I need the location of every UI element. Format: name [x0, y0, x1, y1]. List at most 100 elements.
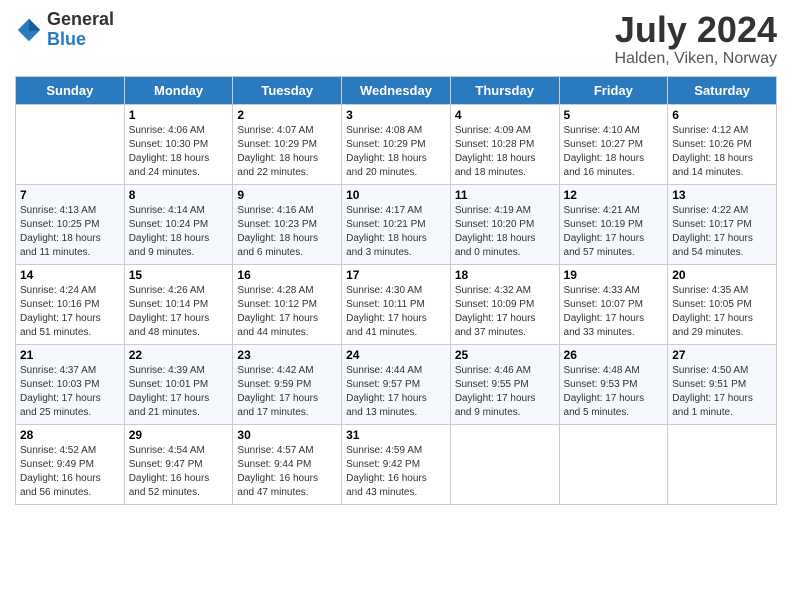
day-number: 10 — [346, 188, 446, 202]
calendar-week-3: 14 Sunrise: 4:24 AMSunset: 10:16 PMDayli… — [16, 264, 777, 344]
calendar-cell: 14 Sunrise: 4:24 AMSunset: 10:16 PMDayli… — [16, 264, 125, 344]
calendar-cell: 19 Sunrise: 4:33 AMSunset: 10:07 PMDayli… — [559, 264, 668, 344]
cell-info: Sunrise: 4:06 AMSunset: 10:30 PMDaylight… — [129, 125, 210, 178]
day-number: 3 — [346, 108, 446, 122]
day-number: 13 — [672, 188, 772, 202]
calendar-cell: 8 Sunrise: 4:14 AMSunset: 10:24 PMDaylig… — [124, 184, 233, 264]
calendar-cell: 27 Sunrise: 4:50 AMSunset: 9:51 PMDaylig… — [668, 344, 777, 424]
calendar-cell: 30 Sunrise: 4:57 AMSunset: 9:44 PMDaylig… — [233, 424, 342, 504]
cell-info: Sunrise: 4:19 AMSunset: 10:20 PMDaylight… — [455, 205, 536, 258]
calendar-cell: 15 Sunrise: 4:26 AMSunset: 10:14 PMDayli… — [124, 264, 233, 344]
calendar-cell: 28 Sunrise: 4:52 AMSunset: 9:49 PMDaylig… — [16, 424, 125, 504]
cell-info: Sunrise: 4:52 AMSunset: 9:49 PMDaylight:… — [20, 445, 101, 498]
calendar-cell: 11 Sunrise: 4:19 AMSunset: 10:20 PMDayli… — [450, 184, 559, 264]
calendar-cell: 26 Sunrise: 4:48 AMSunset: 9:53 PMDaylig… — [559, 344, 668, 424]
weekday-header-saturday: Saturday — [668, 76, 777, 104]
calendar-cell — [559, 424, 668, 504]
cell-info: Sunrise: 4:32 AMSunset: 10:09 PMDaylight… — [455, 285, 536, 338]
calendar-cell: 1 Sunrise: 4:06 AMSunset: 10:30 PMDaylig… — [124, 104, 233, 184]
day-number: 20 — [672, 268, 772, 282]
calendar-week-4: 21 Sunrise: 4:37 AMSunset: 10:03 PMDayli… — [16, 344, 777, 424]
weekday-header-sunday: Sunday — [16, 76, 125, 104]
calendar-cell — [668, 424, 777, 504]
location-text: Halden, Viken, Norway — [615, 50, 777, 68]
day-number: 26 — [564, 348, 664, 362]
calendar-week-2: 7 Sunrise: 4:13 AMSunset: 10:25 PMDaylig… — [16, 184, 777, 264]
cell-info: Sunrise: 4:39 AMSunset: 10:01 PMDaylight… — [129, 365, 210, 418]
calendar-cell: 2 Sunrise: 4:07 AMSunset: 10:29 PMDaylig… — [233, 104, 342, 184]
day-number: 9 — [237, 188, 337, 202]
calendar-cell — [16, 104, 125, 184]
calendar-cell: 13 Sunrise: 4:22 AMSunset: 10:17 PMDayli… — [668, 184, 777, 264]
calendar-cell: 6 Sunrise: 4:12 AMSunset: 10:26 PMDaylig… — [668, 104, 777, 184]
calendar-cell: 22 Sunrise: 4:39 AMSunset: 10:01 PMDayli… — [124, 344, 233, 424]
cell-info: Sunrise: 4:46 AMSunset: 9:55 PMDaylight:… — [455, 365, 536, 418]
cell-info: Sunrise: 4:48 AMSunset: 9:53 PMDaylight:… — [564, 365, 645, 418]
cell-info: Sunrise: 4:33 AMSunset: 10:07 PMDaylight… — [564, 285, 645, 338]
cell-info: Sunrise: 4:21 AMSunset: 10:19 PMDaylight… — [564, 205, 645, 258]
calendar-cell: 23 Sunrise: 4:42 AMSunset: 9:59 PMDaylig… — [233, 344, 342, 424]
logo-blue-text: Blue — [47, 30, 114, 50]
calendar-cell: 18 Sunrise: 4:32 AMSunset: 10:09 PMDayli… — [450, 264, 559, 344]
cell-info: Sunrise: 4:17 AMSunset: 10:21 PMDaylight… — [346, 205, 427, 258]
day-number: 25 — [455, 348, 555, 362]
cell-info: Sunrise: 4:59 AMSunset: 9:42 PMDaylight:… — [346, 445, 427, 498]
calendar-cell: 16 Sunrise: 4:28 AMSunset: 10:12 PMDayli… — [233, 264, 342, 344]
calendar-cell: 29 Sunrise: 4:54 AMSunset: 9:47 PMDaylig… — [124, 424, 233, 504]
day-number: 6 — [672, 108, 772, 122]
day-number: 11 — [455, 188, 555, 202]
calendar-week-1: 1 Sunrise: 4:06 AMSunset: 10:30 PMDaylig… — [16, 104, 777, 184]
day-number: 21 — [20, 348, 120, 362]
calendar-cell: 25 Sunrise: 4:46 AMSunset: 9:55 PMDaylig… — [450, 344, 559, 424]
weekday-header-wednesday: Wednesday — [342, 76, 451, 104]
day-number: 28 — [20, 428, 120, 442]
cell-info: Sunrise: 4:50 AMSunset: 9:51 PMDaylight:… — [672, 365, 753, 418]
weekday-header-tuesday: Tuesday — [233, 76, 342, 104]
weekday-header-monday: Monday — [124, 76, 233, 104]
cell-info: Sunrise: 4:16 AMSunset: 10:23 PMDaylight… — [237, 205, 318, 258]
page-header: General Blue July 2024 Halden, Viken, No… — [15, 10, 777, 68]
day-number: 14 — [20, 268, 120, 282]
weekday-header-thursday: Thursday — [450, 76, 559, 104]
day-number: 2 — [237, 108, 337, 122]
cell-info: Sunrise: 4:54 AMSunset: 9:47 PMDaylight:… — [129, 445, 210, 498]
day-number: 15 — [129, 268, 229, 282]
day-number: 23 — [237, 348, 337, 362]
day-number: 18 — [455, 268, 555, 282]
calendar-cell: 21 Sunrise: 4:37 AMSunset: 10:03 PMDayli… — [16, 344, 125, 424]
cell-info: Sunrise: 4:22 AMSunset: 10:17 PMDaylight… — [672, 205, 753, 258]
calendar-cell: 24 Sunrise: 4:44 AMSunset: 9:57 PMDaylig… — [342, 344, 451, 424]
day-number: 24 — [346, 348, 446, 362]
calendar-cell: 4 Sunrise: 4:09 AMSunset: 10:28 PMDaylig… — [450, 104, 559, 184]
cell-info: Sunrise: 4:44 AMSunset: 9:57 PMDaylight:… — [346, 365, 427, 418]
cell-info: Sunrise: 4:24 AMSunset: 10:16 PMDaylight… — [20, 285, 101, 338]
day-number: 27 — [672, 348, 772, 362]
cell-info: Sunrise: 4:14 AMSunset: 10:24 PMDaylight… — [129, 205, 210, 258]
cell-info: Sunrise: 4:42 AMSunset: 9:59 PMDaylight:… — [237, 365, 318, 418]
cell-info: Sunrise: 4:13 AMSunset: 10:25 PMDaylight… — [20, 205, 101, 258]
day-number: 31 — [346, 428, 446, 442]
calendar-cell: 5 Sunrise: 4:10 AMSunset: 10:27 PMDaylig… — [559, 104, 668, 184]
cell-info: Sunrise: 4:35 AMSunset: 10:05 PMDaylight… — [672, 285, 753, 338]
cell-info: Sunrise: 4:57 AMSunset: 9:44 PMDaylight:… — [237, 445, 318, 498]
day-number: 7 — [20, 188, 120, 202]
cell-info: Sunrise: 4:28 AMSunset: 10:12 PMDaylight… — [237, 285, 318, 338]
calendar-cell: 12 Sunrise: 4:21 AMSunset: 10:19 PMDayli… — [559, 184, 668, 264]
cell-info: Sunrise: 4:10 AMSunset: 10:27 PMDaylight… — [564, 125, 645, 178]
logo-icon — [15, 16, 43, 44]
calendar-cell: 17 Sunrise: 4:30 AMSunset: 10:11 PMDayli… — [342, 264, 451, 344]
day-number: 30 — [237, 428, 337, 442]
cell-info: Sunrise: 4:07 AMSunset: 10:29 PMDaylight… — [237, 125, 318, 178]
day-number: 8 — [129, 188, 229, 202]
logo-text: General Blue — [47, 10, 114, 50]
day-number: 1 — [129, 108, 229, 122]
weekday-header-friday: Friday — [559, 76, 668, 104]
month-year-title: July 2024 — [615, 10, 777, 50]
logo: General Blue — [15, 10, 114, 50]
cell-info: Sunrise: 4:09 AMSunset: 10:28 PMDaylight… — [455, 125, 536, 178]
day-number: 22 — [129, 348, 229, 362]
calendar-cell: 20 Sunrise: 4:35 AMSunset: 10:05 PMDayli… — [668, 264, 777, 344]
title-block: July 2024 Halden, Viken, Norway — [615, 10, 777, 68]
calendar-cell: 3 Sunrise: 4:08 AMSunset: 10:29 PMDaylig… — [342, 104, 451, 184]
calendar-cell: 10 Sunrise: 4:17 AMSunset: 10:21 PMDayli… — [342, 184, 451, 264]
